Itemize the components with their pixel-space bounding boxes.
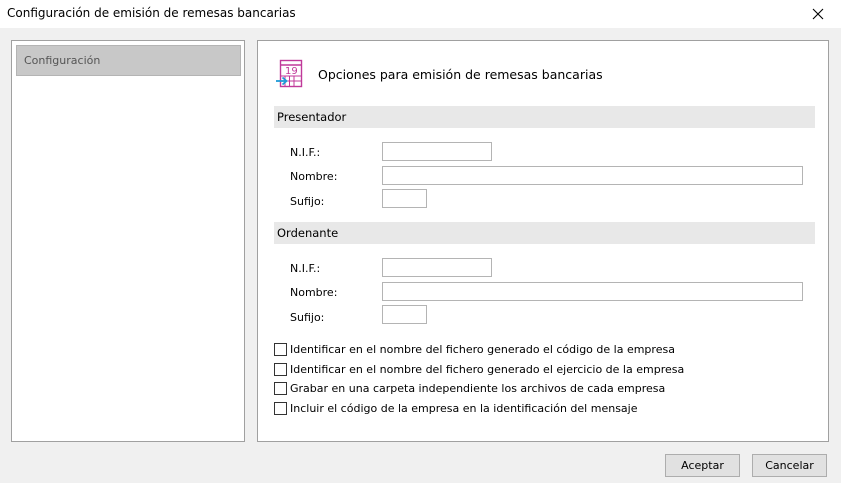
checkbox-label: Identificar en el nombre del fichero gen… [290,362,685,376]
option-codigo-mensaje-checkbox[interactable]: Incluir el código de la empresa en la id… [274,400,637,416]
sidebar: Configuración [11,40,245,442]
checkbox-label: Identificar en el nombre del fichero gen… [290,342,675,356]
presentador-sufijo-input[interactable] [382,189,427,208]
checkbox-label: Incluir el código de la empresa en la id… [290,401,638,415]
cancel-button[interactable]: Cancelar [752,454,827,477]
option-ejercicio-empresa-checkbox[interactable]: Identificar en el nombre del fichero gen… [274,361,684,377]
section-presentador: Presentador [274,106,815,128]
checkbox-box[interactable] [274,401,287,415]
close-icon [812,8,824,20]
checkbox-box[interactable] [274,342,287,356]
presentador-nif-label: N.I.F.: [290,146,321,159]
presentador-nombre-input[interactable] [382,166,803,185]
option-carpeta-independiente-checkbox[interactable]: Grabar en una carpeta independiente los … [274,380,665,396]
ordenante-nif-label: N.I.F.: [290,262,321,275]
sidebar-item-configuracion[interactable]: Configuración [16,45,241,76]
checkbox-box[interactable] [274,362,287,376]
ordenante-nombre-label: Nombre: [290,286,338,299]
ordenante-nombre-input[interactable] [382,282,803,301]
accept-button[interactable]: Aceptar [665,454,740,477]
checkbox-box[interactable] [274,381,287,395]
ordenante-nif-input[interactable] [382,258,492,277]
ordenante-sufijo-label: Sufijo: [290,311,325,324]
sidebar-item-label: Configuración [24,54,101,67]
checkbox-label: Grabar en una carpeta independiente los … [290,381,666,395]
main-panel: 19 Opciones para emisión de remesas banc… [257,40,829,442]
presentador-nombre-label: Nombre: [290,170,338,183]
calendar-number: 19 [285,66,298,77]
title-bar: Configuración de emisión de remesas banc… [0,0,841,28]
calendar-import-icon: 19 [275,59,305,91]
close-button[interactable] [795,0,841,28]
page-title: Opciones para emisión de remesas bancari… [318,67,603,82]
section-ordenante: Ordenante [274,222,815,244]
option-codigo-empresa-checkbox[interactable]: Identificar en el nombre del fichero gen… [274,341,675,357]
window-title: Configuración de emisión de remesas banc… [7,6,296,20]
presentador-nif-input[interactable] [382,142,492,161]
ordenante-sufijo-input[interactable] [382,305,427,324]
presentador-sufijo-label: Sufijo: [290,195,325,208]
